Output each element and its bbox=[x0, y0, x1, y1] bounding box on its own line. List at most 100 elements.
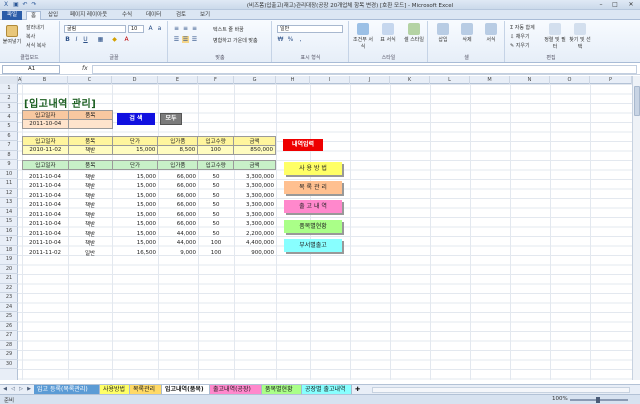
shrink-font-icon[interactable]: a bbox=[156, 25, 163, 32]
cell-date[interactable]: 2011-10-04 bbox=[22, 191, 68, 201]
align-right-icon[interactable]: ☰ bbox=[191, 36, 198, 43]
font-name-select[interactable]: 굴림 bbox=[64, 25, 126, 33]
cell-qty[interactable]: 50 bbox=[198, 220, 234, 230]
font-size-select[interactable]: 10 bbox=[128, 25, 144, 33]
row-header-cell[interactable]: 30 bbox=[0, 360, 18, 369]
border-icon[interactable]: ▦ bbox=[97, 36, 104, 43]
zoom-slider-knob[interactable] bbox=[596, 397, 600, 403]
italic-icon[interactable]: I bbox=[73, 36, 80, 43]
number-format-select[interactable]: 일반 bbox=[277, 25, 343, 33]
cell-qty[interactable]: 50 bbox=[198, 182, 234, 192]
row-header-cell[interactable]: 24 bbox=[0, 303, 18, 312]
tab-view[interactable]: 보기 bbox=[196, 11, 214, 20]
cell-amount[interactable]: 3,300,000 bbox=[234, 172, 276, 182]
cell-cost[interactable]: 66,000 bbox=[158, 182, 198, 192]
cell-date[interactable]: 2011-10-04 bbox=[22, 201, 68, 211]
row-header-cell[interactable]: 18 bbox=[0, 246, 18, 255]
shipment-history-button[interactable]: 출 고 내 역 bbox=[284, 200, 342, 213]
cell-date[interactable]: 2011-10-04 bbox=[22, 229, 68, 239]
row-header-cell[interactable]: 2 bbox=[0, 94, 18, 103]
fx-icon[interactable]: fx bbox=[82, 65, 88, 72]
column-header-m[interactable]: M bbox=[470, 76, 510, 84]
cell-price[interactable]: 15,000 bbox=[112, 172, 158, 182]
cell-qty[interactable]: 50 bbox=[198, 229, 234, 239]
cell-cost[interactable]: 66,000 bbox=[158, 172, 198, 182]
row-header-cell[interactable]: 10 bbox=[0, 170, 18, 179]
autosum-button[interactable]: Σ 자동 합계 bbox=[510, 24, 535, 31]
wrap-text-button[interactable]: 텍스트 줄 바꿈 bbox=[213, 26, 244, 33]
cell-qty[interactable]: 50 bbox=[198, 191, 234, 201]
cell-amount[interactable]: 3,300,000 bbox=[234, 220, 276, 230]
row-header-cell[interactable]: 12 bbox=[0, 189, 18, 198]
row-header-cell[interactable]: 22 bbox=[0, 284, 18, 293]
table-row[interactable]: 2011-10-04 책받 15,000 44,000 50 2,200,000 bbox=[22, 229, 276, 239]
cell-cost[interactable]: 66,000 bbox=[158, 201, 198, 211]
sort-filter-button[interactable]: 정렬 및 필터 bbox=[544, 23, 566, 50]
row-header-cell[interactable]: 26 bbox=[0, 322, 18, 331]
row-header-cell[interactable]: 29 bbox=[0, 350, 18, 360]
horizontal-scrollbar[interactable] bbox=[372, 387, 630, 393]
input-date-field[interactable]: 2010-11-02 bbox=[22, 145, 69, 155]
cell-qty[interactable]: 50 bbox=[198, 210, 234, 220]
cell-cost[interactable]: 66,000 bbox=[158, 191, 198, 201]
item-status-button[interactable]: 품목별현황 bbox=[284, 220, 342, 233]
formula-input[interactable] bbox=[92, 65, 637, 74]
cell-amount[interactable]: 3,300,000 bbox=[234, 191, 276, 201]
tab-insert[interactable]: 삽입 bbox=[44, 11, 62, 20]
sheet-tab-usage[interactable]: 사용방법 bbox=[100, 385, 130, 394]
cell-qty[interactable]: 50 bbox=[198, 172, 234, 182]
column-header-n[interactable]: N bbox=[510, 76, 550, 84]
fill-color-icon[interactable]: ◆ bbox=[111, 36, 118, 43]
sheet-tab-list[interactable]: 목록관리 bbox=[130, 385, 162, 394]
cell-cost[interactable]: 44,000 bbox=[158, 229, 198, 239]
align-bottom-icon[interactable]: ≡ bbox=[191, 25, 198, 32]
search-button[interactable]: 검 색 bbox=[117, 113, 155, 125]
cell-qty[interactable]: 50 bbox=[198, 201, 234, 211]
cell-cost[interactable]: 66,000 bbox=[158, 210, 198, 220]
tab-data[interactable]: 데이터 bbox=[142, 11, 165, 20]
cell-amount[interactable]: 900,000 bbox=[234, 248, 276, 258]
row-header-cell[interactable]: 28 bbox=[0, 341, 18, 350]
comma-icon[interactable]: , bbox=[297, 36, 304, 43]
undo-icon[interactable]: ↶ bbox=[21, 1, 29, 9]
underline-icon[interactable]: U bbox=[82, 36, 89, 43]
cell-item[interactable]: 책받 bbox=[68, 191, 112, 201]
cell-price[interactable]: 16,500 bbox=[112, 248, 158, 258]
new-sheet-icon[interactable]: ✚ bbox=[352, 385, 366, 394]
cell-amount[interactable]: 3,300,000 bbox=[234, 201, 276, 211]
row-header-cell[interactable]: 16 bbox=[0, 227, 18, 236]
input-price-field[interactable]: 15,000 bbox=[111, 145, 159, 155]
row-header-cell[interactable]: 27 bbox=[0, 331, 18, 341]
sheet-tab-factory-shipments[interactable]: 공장별 출고내역 bbox=[302, 385, 352, 394]
row-header-cell[interactable]: 6 bbox=[0, 132, 18, 141]
tab-file[interactable]: 파일 bbox=[2, 11, 22, 20]
column-header-e[interactable]: E bbox=[158, 76, 198, 84]
cell-amount[interactable]: 3,300,000 bbox=[234, 182, 276, 192]
list-management-button[interactable]: 목 록 관 리 bbox=[284, 181, 342, 194]
tab-review[interactable]: 검토 bbox=[172, 11, 190, 20]
column-header-b[interactable]: B bbox=[22, 76, 68, 84]
table-row[interactable]: 2011-11-02 일반 16,500 9,000 100 900,000 bbox=[22, 248, 276, 258]
name-box[interactable]: A1 bbox=[2, 65, 60, 74]
column-header-i[interactable]: I bbox=[310, 76, 350, 84]
cell-date[interactable]: 2011-10-04 bbox=[22, 182, 68, 192]
grow-font-icon[interactable]: A bbox=[147, 25, 154, 32]
row-header-cell[interactable]: 7 bbox=[0, 141, 18, 151]
column-header-o[interactable]: O bbox=[550, 76, 590, 84]
select-all-corner[interactable] bbox=[0, 76, 18, 84]
column-header-d[interactable]: D bbox=[112, 76, 158, 84]
cell-item[interactable]: 책받 bbox=[68, 172, 112, 182]
column-header-f[interactable]: F bbox=[198, 76, 234, 84]
insert-cells-button[interactable]: 삽입 bbox=[432, 23, 454, 43]
cell-cost[interactable]: 66,000 bbox=[158, 220, 198, 230]
row-header-cell[interactable]: 3 bbox=[0, 103, 18, 113]
cell-amount[interactable]: 4,400,000 bbox=[234, 239, 276, 249]
fill-button[interactable]: ⇩ 채우기 bbox=[510, 33, 530, 40]
sheet-tab-shipments[interactable]: 출고내역(공장) bbox=[210, 385, 262, 394]
prev-sheet-icon[interactable]: ◁ bbox=[10, 386, 16, 392]
input-qty-field[interactable]: 100 bbox=[197, 145, 235, 155]
table-row[interactable]: 2011-10-04 책받 15,000 66,000 50 3,300,000 bbox=[22, 182, 276, 192]
tab-formulas[interactable]: 수식 bbox=[118, 11, 136, 20]
cell-price[interactable]: 15,000 bbox=[112, 201, 158, 211]
align-top-icon[interactable]: ≡ bbox=[173, 25, 180, 32]
